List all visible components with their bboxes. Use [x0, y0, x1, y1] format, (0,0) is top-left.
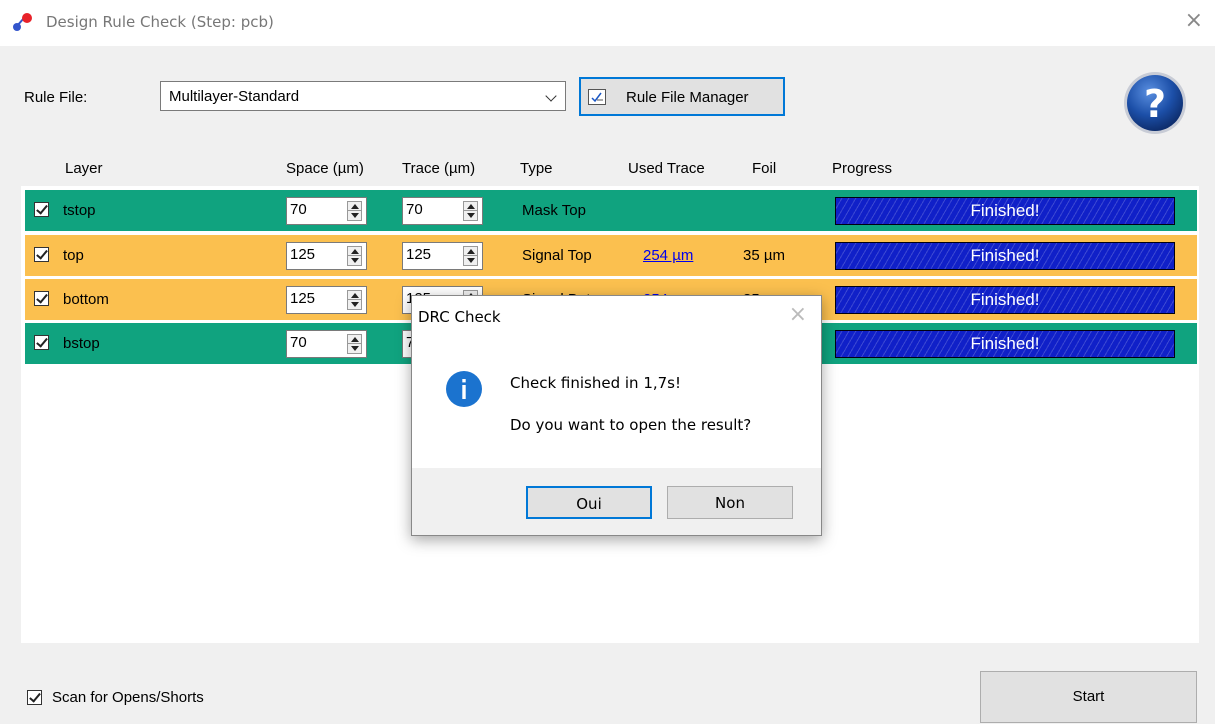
rule-file-manager-label: Rule File Manager — [626, 89, 749, 106]
window-close-button[interactable]: × — [1185, 8, 1203, 33]
progress-text: Finished! — [970, 334, 1040, 353]
dialog-message-line2: Do you want to open the result? — [510, 416, 752, 434]
start-button-label: Start — [1072, 688, 1105, 705]
dialog-title: DRC Check — [418, 308, 501, 326]
start-button[interactable]: Start — [980, 671, 1197, 723]
space-spinbox[interactable]: 70 — [286, 330, 367, 358]
rule-file-select[interactable]: Multilayer-Standard — [160, 81, 566, 111]
space-value: 125 — [290, 246, 316, 263]
layer-name: bottom — [63, 291, 109, 308]
scan-opens-shorts-checkbox[interactable] — [27, 690, 42, 705]
layer-checkbox[interactable] — [34, 247, 49, 262]
progress-text: Finished! — [970, 290, 1040, 309]
drc-check-dialog: DRC Check × Check finished in 1,7s! Do y… — [411, 295, 822, 536]
help-icon[interactable]: ? — [1122, 70, 1188, 136]
app-logo-icon — [13, 13, 32, 31]
layer-row: top 125 125 Signal Top 254 µm 35 µm Fini… — [25, 235, 1197, 276]
dialog-message-line1: Check finished in 1,7s! — [510, 374, 681, 392]
no-button-label: Non — [715, 494, 745, 512]
trace-value: 125 — [406, 246, 432, 263]
space-value: 125 — [290, 290, 316, 307]
yes-button[interactable]: Oui — [526, 486, 652, 519]
space-spinbox[interactable]: 125 — [286, 286, 367, 314]
info-icon — [446, 371, 482, 407]
rule-file-value: Multilayer-Standard — [169, 88, 300, 105]
layer-name: bstop — [63, 335, 100, 352]
column-header-space: Space (µm) — [286, 160, 364, 177]
progress-bar: Finished! — [835, 242, 1175, 270]
spin-arrows-icon[interactable] — [347, 290, 362, 310]
checklist-icon — [588, 89, 606, 105]
window-title: Design Rule Check (Step: pcb) — [46, 13, 274, 31]
layer-type: Mask Top — [522, 202, 586, 219]
svg-text:?: ? — [1144, 82, 1166, 126]
trace-spinbox[interactable]: 125 — [402, 242, 483, 270]
trace-spinbox[interactable]: 70 — [402, 197, 483, 225]
spin-arrows-icon[interactable] — [347, 201, 362, 221]
space-spinbox[interactable]: 125 — [286, 242, 367, 270]
column-header-trace: Trace (µm) — [402, 160, 476, 177]
spin-arrows-icon[interactable] — [347, 334, 362, 354]
layer-checkbox[interactable] — [34, 202, 49, 217]
space-value: 70 — [290, 334, 307, 351]
space-spinbox[interactable]: 70 — [286, 197, 367, 225]
yes-button-label: Oui — [576, 495, 602, 513]
layer-name: top — [63, 247, 84, 264]
progress-text: Finished! — [970, 201, 1040, 220]
spin-arrows-icon[interactable] — [463, 201, 478, 221]
layer-row: tstop 70 70 Mask Top Finished! — [25, 190, 1197, 231]
progress-bar: Finished! — [835, 330, 1175, 358]
progress-text: Finished! — [970, 246, 1040, 265]
used-trace-link[interactable]: 254 µm — [643, 247, 693, 264]
column-header-progress: Progress — [832, 160, 893, 177]
column-header-type: Type — [520, 160, 553, 177]
foil-value: 35 µm — [743, 247, 785, 264]
layer-checkbox[interactable] — [34, 335, 49, 350]
title-bar: Design Rule Check (Step: pcb) × — [0, 0, 1215, 46]
column-header-foil: Foil — [752, 160, 777, 177]
progress-bar: Finished! — [835, 197, 1175, 225]
spin-arrows-icon[interactable] — [347, 246, 362, 266]
dialog-close-button[interactable]: × — [789, 302, 807, 327]
spin-arrows-icon[interactable] — [463, 246, 478, 266]
rule-file-manager-button[interactable]: Rule File Manager — [579, 77, 785, 116]
scan-opens-shorts-label: Scan for Opens/Shorts — [52, 689, 204, 706]
chevron-down-icon[interactable] — [545, 90, 557, 102]
progress-bar: Finished! — [835, 286, 1175, 314]
layer-checkbox[interactable] — [34, 291, 49, 306]
space-value: 70 — [290, 201, 307, 218]
no-button[interactable]: Non — [667, 486, 793, 519]
column-header-used-trace: Used Trace — [628, 160, 705, 177]
layer-name: tstop — [63, 202, 96, 219]
trace-value: 70 — [406, 201, 423, 218]
column-header-layer: Layer — [65, 160, 103, 177]
layer-type: Signal Top — [522, 247, 592, 264]
rule-file-label: Rule File: — [24, 89, 88, 106]
